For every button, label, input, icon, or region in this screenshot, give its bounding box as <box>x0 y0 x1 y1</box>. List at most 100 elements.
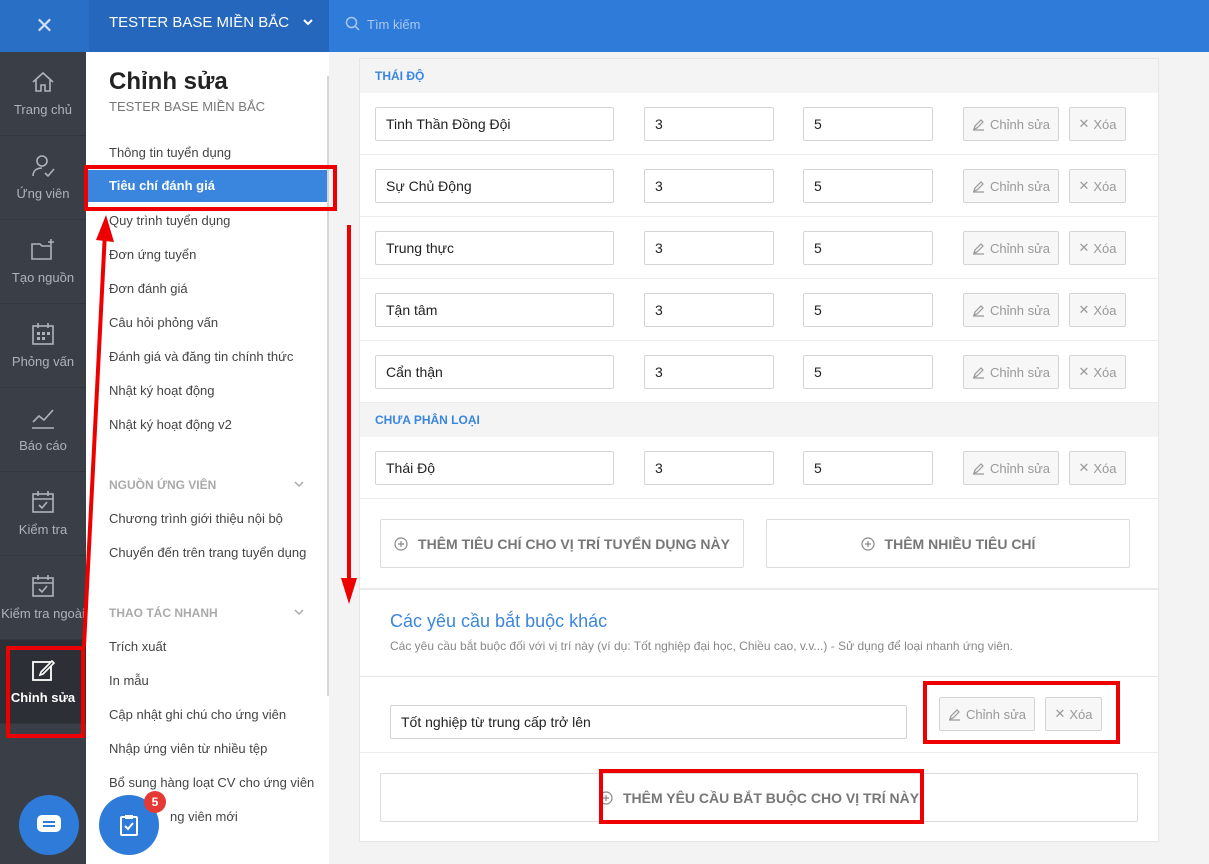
sidebar-link-new-candidate[interactable]: ng viên mới <box>170 809 238 824</box>
search-box[interactable]: Tìm kiếm <box>345 16 420 32</box>
company-name: TESTER BASE MIỀN BẮC <box>109 14 290 31</box>
button-label: Chỉnh sửa <box>989 302 1050 318</box>
criterion-max-field[interactable]: 5 <box>803 169 933 203</box>
add-criterion-button[interactable]: THÊM TIÊU CHÍ CHO VỊ TRÍ TUYỂN DỤNG NÀY <box>380 519 744 568</box>
rail-item-home[interactable]: Trang chủ <box>0 52 86 136</box>
sidebar-link-log[interactable]: Nhật ký hoạt động <box>109 383 215 398</box>
criterion-weight-field[interactable]: 3 <box>644 451 774 485</box>
search-input[interactable]: Tìm kiếm <box>367 17 420 32</box>
rail-item-sourcing[interactable]: Tạo nguồn <box>0 220 86 304</box>
edit-button[interactable]: Chỉnh sửa <box>963 107 1059 141</box>
pencil-icon <box>972 304 984 317</box>
requirement-field[interactable]: Tốt nghiệp từ trung cấp trở lên <box>390 705 907 739</box>
rail-item-external-test[interactable]: Kiểm tra ngoài <box>0 556 86 640</box>
x-icon: ✕ <box>1078 460 1090 475</box>
sidebar-link-publish[interactable]: Đánh giá và đăng tin chính thức <box>109 349 293 364</box>
criterion-row: Trung thực 3 5 Chỉnh sửa ✕ Xóa <box>360 217 1158 279</box>
criterion-name-field[interactable]: Cẩn thận <box>375 355 614 389</box>
criterion-weight-field[interactable]: 3 <box>644 355 774 389</box>
page-subtitle: TESTER BASE MIỀN BẮC <box>109 99 266 114</box>
annotation-box-edit-delete <box>923 681 1120 744</box>
sidebar-link-application[interactable]: Đơn ứng tuyển <box>109 247 196 262</box>
rail-label: Kiểm tra <box>18 522 68 537</box>
rail-label: Tạo nguồn <box>11 270 75 285</box>
edit-button[interactable]: Chỉnh sửa <box>963 231 1059 265</box>
group-header-attitude: THÁI ĐỘ <box>360 59 1158 93</box>
sidebar-link-export[interactable]: Trích xuất <box>109 639 166 654</box>
company-selector[interactable]: TESTER BASE MIỀN BẮC <box>89 0 329 52</box>
rail-item-test[interactable]: Kiểm tra <box>0 472 86 556</box>
sidebar-link-log-v2[interactable]: Nhật ký hoạt động v2 <box>109 417 232 432</box>
criterion-max-field[interactable]: 5 <box>803 293 933 327</box>
delete-button[interactable]: ✕ Xóa <box>1069 293 1126 327</box>
annotation-box-edit-rail <box>6 646 85 738</box>
rail-label: Phỏng vấn <box>11 354 75 369</box>
section-quick-actions[interactable]: THAO TÁC NHANH <box>109 606 305 620</box>
chat-button[interactable] <box>19 795 79 855</box>
section-label: THAO TÁC NHANH <box>109 606 218 620</box>
criterion-max-field[interactable]: 5 <box>803 451 933 485</box>
calendar-icon <box>32 323 54 345</box>
delete-button[interactable]: ✕ Xóa <box>1069 169 1126 203</box>
sidebar-link-update-notes[interactable]: Cập nhật ghi chú cho ứng viên <box>109 707 286 722</box>
top-bar: ✕ TESTER BASE MIỀN BẮC Tìm kiếm <box>0 0 1209 52</box>
chart-line-icon <box>32 409 54 429</box>
requirements-description: Các yêu cầu bắt buộc đối với vị trí này … <box>390 639 1013 653</box>
edit-button[interactable]: Chỉnh sửa <box>963 169 1059 203</box>
criterion-max-field[interactable]: 5 <box>803 355 933 389</box>
button-label: Xóa <box>1093 178 1117 194</box>
sidebar-link-questions[interactable]: Câu hỏi phỏng vấn <box>109 315 218 330</box>
sidebar-link-referral[interactable]: Chương trình giới thiệu nội bộ <box>109 511 283 526</box>
plus-circle-icon <box>394 536 408 551</box>
sidebar-link-process[interactable]: Quy trình tuyển dụng <box>109 213 230 228</box>
button-label: Xóa <box>1093 302 1117 318</box>
sidebar-link-evaluation[interactable]: Đơn đánh giá <box>109 281 188 296</box>
criterion-max-field[interactable]: 5 <box>803 231 933 265</box>
section-candidate-sources[interactable]: NGUỒN ỨNG VIÊN <box>109 478 305 492</box>
delete-button[interactable]: ✕ Xóa <box>1069 231 1126 265</box>
sidebar-link-career-page[interactable]: Chuyển đến trên trang tuyển dụng <box>109 545 306 560</box>
button-label: Chỉnh sửa <box>989 460 1050 476</box>
criterion-row: Cẩn thận 3 5 Chỉnh sửa ✕ Xóa <box>360 341 1158 403</box>
rail-item-candidates[interactable]: Ứng viên <box>0 136 86 220</box>
sidebar-link-job-info[interactable]: Thông tin tuyển dụng <box>109 145 231 160</box>
x-icon: ✕ <box>1078 364 1090 379</box>
section-label: NGUỒN ỨNG VIÊN <box>109 478 217 492</box>
edit-button[interactable]: Chỉnh sửa <box>963 355 1059 389</box>
close-icon[interactable]: ✕ <box>0 0 89 52</box>
delete-button[interactable]: ✕ Xóa <box>1069 451 1126 485</box>
plus-circle-icon <box>860 536 875 551</box>
criterion-name-field[interactable]: Tinh Thần Đồng Đội <box>375 107 614 141</box>
rail-label: Ứng viên <box>16 186 70 201</box>
criterion-name-field[interactable]: Tận tâm <box>375 293 614 327</box>
sidebar-link-import[interactable]: Nhập ứng viên từ nhiều tệp <box>109 741 267 756</box>
criterion-name-field[interactable]: Thái Độ <box>375 451 614 485</box>
delete-button[interactable]: ✕ Xóa <box>1069 355 1126 389</box>
x-icon: ✕ <box>1078 240 1090 255</box>
delete-button[interactable]: ✕ Xóa <box>1069 107 1126 141</box>
rail-item-interview[interactable]: Phỏng vấn <box>0 304 86 388</box>
x-icon: ✕ <box>1078 116 1090 131</box>
button-label: Xóa <box>1093 364 1117 380</box>
criterion-name-field[interactable]: Sự Chủ Động <box>375 169 614 203</box>
pencil-icon <box>972 462 984 475</box>
add-many-criteria-button[interactable]: THÊM NHIỀU TIÊU CHÍ <box>766 519 1130 568</box>
criterion-weight-field[interactable]: 3 <box>644 293 774 327</box>
notification-badge: 5 <box>144 791 166 813</box>
criterion-weight-field[interactable]: 3 <box>644 231 774 265</box>
pencil-icon <box>972 180 984 193</box>
criterion-weight-field[interactable]: 3 <box>644 169 774 203</box>
pencil-icon <box>972 242 984 255</box>
rail-item-reports[interactable]: Báo cáo <box>0 388 86 472</box>
edit-button[interactable]: Chỉnh sửa <box>963 293 1059 327</box>
sidebar-link-bulk-cv[interactable]: Bổ sung hàng loạt CV cho ứng viên <box>109 775 314 790</box>
x-icon: ✕ <box>1078 302 1090 317</box>
criterion-weight-field[interactable]: 3 <box>644 107 774 141</box>
pencil-icon <box>972 366 984 379</box>
edit-button[interactable]: Chỉnh sửa <box>963 451 1059 485</box>
button-label: Xóa <box>1093 240 1117 256</box>
criterion-name-field[interactable]: Trung thực <box>375 231 614 265</box>
criterion-max-field[interactable]: 5 <box>803 107 933 141</box>
sidebar-link-print[interactable]: In mẫu <box>109 673 149 688</box>
requirements-title: Các yêu cầu bắt buộc khác <box>390 611 608 631</box>
